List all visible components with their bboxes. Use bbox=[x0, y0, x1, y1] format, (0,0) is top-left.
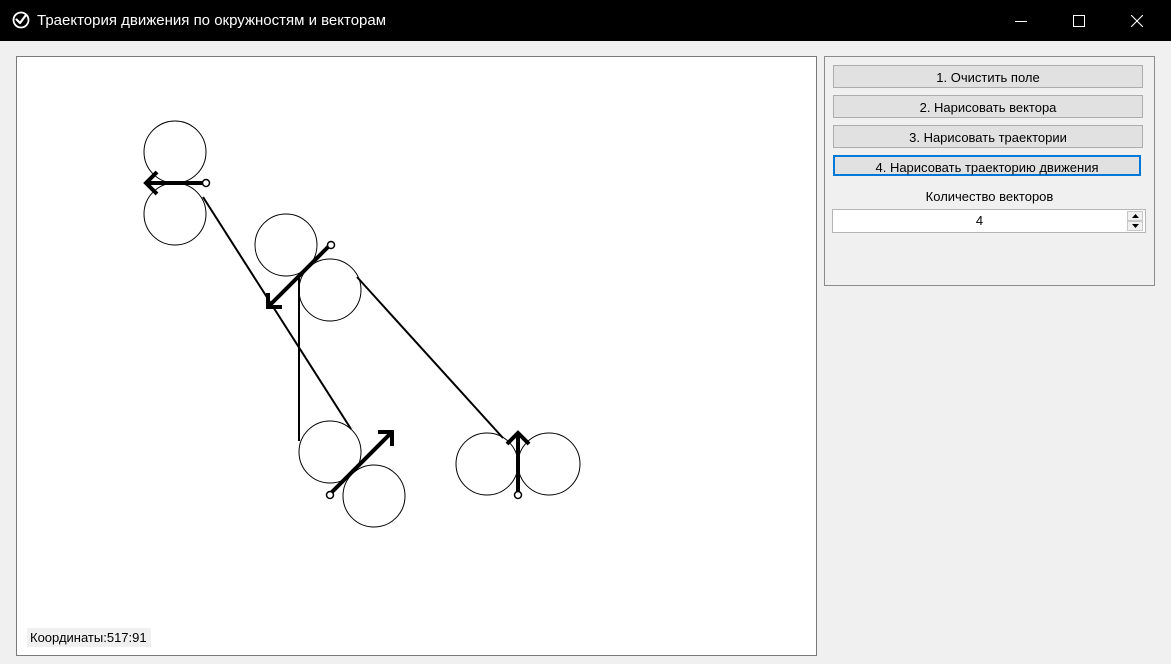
minimize-icon bbox=[1015, 20, 1027, 22]
coordinates-label: Координаты:517:91 bbox=[27, 628, 151, 647]
vector-2-origin bbox=[326, 240, 336, 250]
maximize-icon bbox=[1073, 14, 1085, 27]
vector-count-input[interactable]: 4 bbox=[833, 210, 1126, 232]
vector-count-label: Количество векторов bbox=[925, 189, 1054, 204]
vector-3-shaft bbox=[328, 430, 394, 496]
vector-4-origin bbox=[513, 490, 523, 500]
vector-1-origin bbox=[201, 178, 211, 188]
trajectory-line-3 bbox=[356, 276, 504, 439]
controls-panel: 1. Очистить поле 2. Нарисовать вектора 3… bbox=[824, 56, 1155, 286]
chevron-down-icon bbox=[1132, 224, 1139, 228]
close-button[interactable] bbox=[1108, 0, 1166, 41]
app-window: Траектория движения по окружностям и век… bbox=[0, 0, 1171, 664]
title-bar[interactable]: Траектория движения по окружностям и век… bbox=[0, 0, 1171, 41]
chevron-up-icon bbox=[1132, 214, 1139, 218]
spinner-down-button[interactable] bbox=[1127, 221, 1143, 231]
drawing-surface bbox=[143, 120, 581, 528]
close-icon bbox=[1131, 14, 1143, 27]
vector-3-origin bbox=[325, 490, 335, 500]
app-logo-icon bbox=[12, 11, 30, 29]
vector-count-spinner[interactable]: 4 bbox=[832, 209, 1146, 233]
spinner-up-button[interactable] bbox=[1127, 211, 1143, 221]
minimize-button[interactable] bbox=[992, 0, 1050, 41]
clear-field-button[interactable]: 1. Очистить поле bbox=[833, 65, 1143, 88]
draw-vectors-button[interactable]: 2. Нарисовать вектора bbox=[833, 95, 1143, 118]
maximize-button[interactable] bbox=[1050, 0, 1108, 41]
trajectory-line-1 bbox=[202, 196, 352, 430]
window-title: Траектория движения по окружностям и век… bbox=[37, 12, 387, 29]
draw-motion-trajectory-button[interactable]: 4. Нарисовать траекторию движения bbox=[833, 155, 1141, 176]
drawing-canvas[interactable]: Координаты:517:91 bbox=[16, 56, 817, 656]
draw-trajectories-button[interactable]: 3. Нарисовать траектории bbox=[833, 125, 1143, 148]
